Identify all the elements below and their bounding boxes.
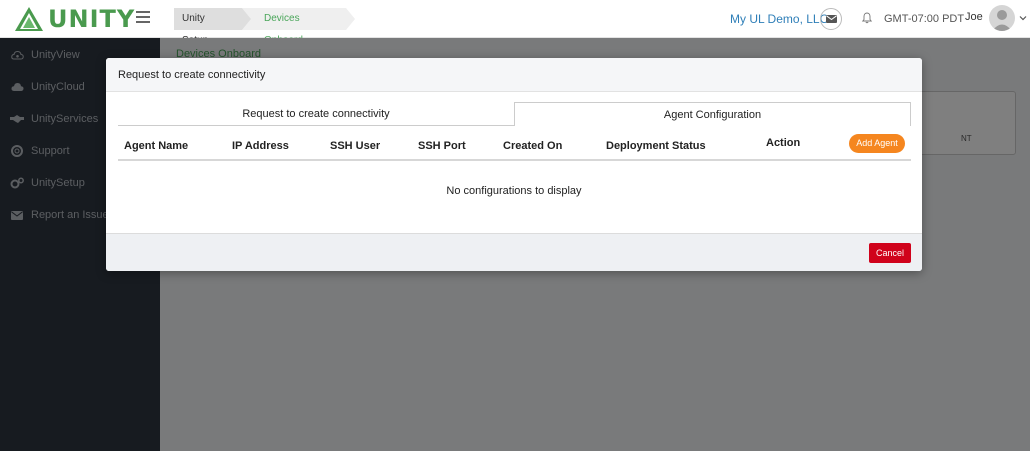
column-ip-address: IP Address [232,140,289,152]
tab-agent-configuration[interactable]: Agent Configuration [514,102,911,126]
column-deployment-status: Deployment Status [606,140,706,152]
modal-title: Request to create connectivity [118,69,266,81]
breadcrumb-unity-setup[interactable]: Unity Setup [174,8,251,46]
tab-request-connectivity[interactable]: Request to create connectivity [118,102,514,126]
column-ssh-port: SSH Port [418,140,466,152]
modal-footer: Cancel [106,233,922,271]
breadcrumb: Unity Setup Devices Onboard [174,8,355,46]
brand-name: UNITY [48,5,136,33]
envelope-icon [825,15,837,23]
timezone-label: GMT-07:00 PDT [884,13,965,25]
avatar[interactable] [989,5,1015,31]
column-action: Action [766,137,801,149]
column-created-on: Created On [503,140,563,152]
table-header: Agent Name IP Address SSH User SSH Port … [118,131,911,161]
column-agent-name: Agent Name [124,140,189,152]
add-agent-button[interactable]: Add Agent [849,134,905,153]
modal-header: Request to create connectivity [106,58,922,92]
chevron-down-icon[interactable] [1019,14,1027,22]
empty-state-message: No configurations to display [446,185,582,197]
company-link[interactable]: My UL Demo, LLC [730,12,828,26]
top-bar: UNITY Unity Setup Devices Onboard My UL … [0,0,1030,46]
hamburger-icon[interactable] [136,11,150,23]
user-name[interactable]: Joe [965,11,983,23]
breadcrumb-devices-onboard[interactable]: Devices Onboard [242,8,355,46]
mail-button[interactable] [820,8,842,30]
bell-icon[interactable] [861,12,873,24]
unity-logo-icon [15,7,43,31]
column-ssh-user: SSH User [330,140,381,152]
connectivity-modal: Request to create connectivity Request t… [106,58,922,271]
unity-logo[interactable]: UNITY [14,5,135,33]
user-silhouette-icon [992,10,1012,31]
cancel-button[interactable]: Cancel [869,243,911,263]
